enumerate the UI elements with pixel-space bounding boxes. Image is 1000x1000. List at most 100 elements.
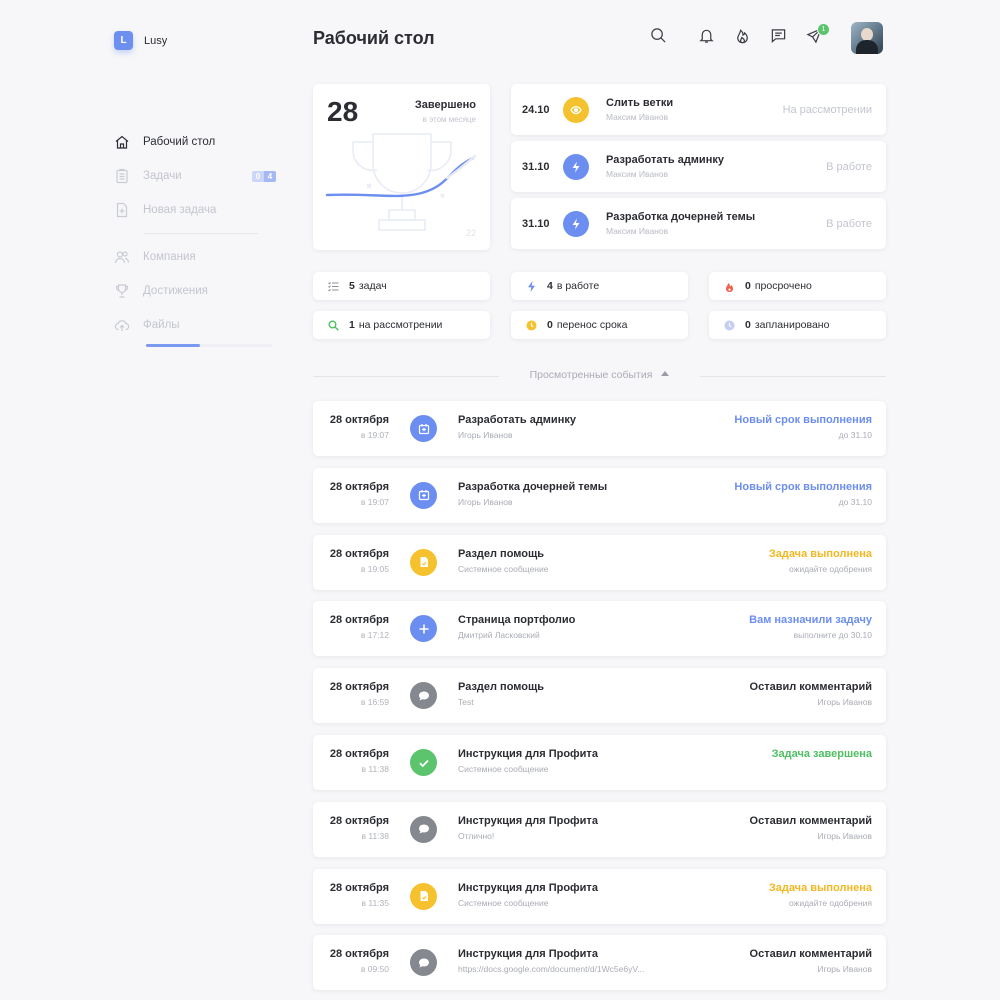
event-note: выполните до 30.10 (793, 630, 872, 641)
sidebar-item-company[interactable]: Компания (114, 240, 276, 274)
search-icon (650, 27, 667, 49)
event-title: Инструкция для Профита (458, 748, 598, 760)
events-section-header[interactable]: Просмотренные события (313, 367, 886, 385)
search-icon (328, 320, 339, 331)
task-date: 31.10 (522, 217, 550, 230)
badge-value: 4 (264, 170, 276, 182)
event-row[interactable]: 28 октября в 19:07 Разработка дочерней тем… (313, 467, 886, 523)
stat-deadline-moved[interactable]: 0 перенос срока (511, 311, 688, 339)
avatar[interactable] (851, 22, 883, 54)
stat-label: задач (358, 280, 387, 292)
event-action-block: Задача выполнена ожидайте одобрения (769, 882, 872, 908)
sidebar-item-files[interactable]: Файлы (114, 308, 276, 342)
completed-title: Завершено (414, 99, 476, 111)
sidebar-item-dashboard[interactable]: Рабочий стол (114, 125, 276, 159)
event-time: в 19:07 (360, 430, 389, 440)
lightning-icon (526, 280, 537, 292)
list-icon (328, 281, 339, 292)
task-author: Максим Иванов (606, 112, 669, 122)
clock-icon (724, 320, 735, 331)
brand-logo: L (114, 31, 133, 50)
messages-button[interactable] (760, 22, 796, 54)
task-date: 24.10 (522, 103, 550, 116)
event-action-block: Новый срок выполнения до 31.10 (734, 414, 872, 440)
stat-value: 0 (745, 319, 751, 331)
event-subtitle: Системное сообщение (458, 764, 549, 774)
brand[interactable]: L Lusy (114, 31, 167, 50)
event-row[interactable]: 28 октября в 11:35 Инструкция для Профита С… (313, 868, 886, 924)
sidebar-item-new-task[interactable]: Новая задача (114, 193, 276, 227)
upcoming-task-card[interactable]: 31.10 Разработка дочерней темы Максим Ив… (511, 198, 886, 249)
event-row[interactable]: 28 октября в 16:59 Раздел помощь Test Остави… (313, 668, 886, 724)
stat-under-review[interactable]: 1 на рассмотрении (313, 311, 490, 339)
stat-total-tasks[interactable]: 5 задач (313, 272, 490, 300)
event-action-block: Оставил комментарий Игорь Иванов (750, 948, 872, 974)
header-toolbar: 1 (640, 22, 832, 54)
stat-overdue[interactable]: 0 просрочено (709, 272, 886, 300)
tasks-count-badge: 0 4 (252, 170, 276, 182)
sidebar-item-label: Рабочий стол (143, 136, 216, 148)
event-subtitle: Системное сообщение (458, 897, 549, 908)
event-title: Раздел помощь (458, 681, 545, 694)
clipboard-list-icon (114, 168, 130, 184)
event-date: 28 октября (329, 681, 389, 694)
event-row[interactable]: 28 октября в 17:12 Страница портфолио Дмитр… (313, 601, 886, 657)
event-info: Разработка дочерней темы Игорь Иванов (458, 481, 607, 507)
event-row[interactable]: 28 октября в 19:05 Раздел помощь Системное … (313, 534, 886, 590)
event-row[interactable]: 28 октября в 11:38 Инструкция для Профита С… (313, 735, 886, 790)
event-info: Разработать админку Игорь Иванов (458, 414, 576, 440)
event-info: Инструкция для Профита Отлично! (458, 815, 598, 841)
stat-label: перенос срока (556, 319, 628, 331)
event-time: в 17:12 (360, 630, 389, 641)
completed-summary-card[interactable]: 28 Завершено в этом месяце 22 (313, 84, 490, 250)
event-time: в 19:07 (360, 496, 389, 507)
task-title: Слить ветки (606, 97, 674, 109)
upcoming-task-card[interactable]: 31.10 Разработать админку Максим Иванов … (511, 141, 886, 192)
trend-line (325, 156, 475, 198)
events-heading-label: Просмотренные события (529, 369, 653, 381)
event-note: ожидайте одобрения (789, 897, 872, 908)
bell-icon (698, 27, 715, 49)
send-count-badge: 1 (817, 23, 830, 36)
stat-value: 4 (547, 280, 553, 292)
upcoming-task-card[interactable]: 24.10 Слить ветки Максим Иванов На рассм… (511, 84, 886, 135)
task-status: В работе (826, 217, 872, 230)
caret-up-icon[interactable] (661, 371, 670, 376)
task-status: На рассмотрении (782, 103, 872, 116)
stat-in-progress[interactable]: 4в работе (511, 272, 688, 300)
notifications-button[interactable] (688, 22, 724, 54)
event-info: Страница портфолио Дмитрий Ласковский (458, 614, 575, 640)
task-author: Максим Иванов (606, 226, 669, 236)
event-title: Инструкция для Профита (458, 881, 598, 894)
event-info: Инструкция для Профита Системное сообщени… (458, 748, 598, 774)
stat-scheduled[interactable]: 0 запланировано (709, 311, 886, 339)
send-button[interactable]: 1 (796, 22, 832, 54)
sidebar-item-tasks[interactable]: Задачи 0 4 (114, 159, 276, 193)
files-storage-progress (146, 344, 272, 347)
stat-label: запланировано (754, 319, 830, 331)
stat-value: 5 (349, 280, 355, 292)
sidebar-item-achievements[interactable]: Достижения (114, 274, 276, 308)
event-action-block: Оставил комментарий Игорь Иванов (750, 681, 872, 707)
event-row[interactable]: 28 октября в 19:07 Разработать админку Игор… (313, 401, 886, 456)
task-title: Разработка дочерней темы (606, 211, 756, 223)
trophy-illustration (325, 133, 477, 231)
event-time: в 16:59 (360, 697, 389, 708)
event-row[interactable]: 28 октября в 09:50 Инструкция для Профита h… (313, 935, 886, 991)
hot-tasks-button[interactable] (724, 22, 760, 54)
event-subtitle: Test (458, 697, 474, 708)
event-date-block: 28 октября в 19:05 (330, 548, 389, 574)
sidebar-nav: Рабочий стол Задачи 0 4 Новая задача Ком… (114, 125, 276, 347)
search-button[interactable] (640, 22, 676, 54)
event-note: ожидайте одобрения (789, 563, 872, 574)
event-action: Вам назначили задачу (749, 614, 872, 627)
event-row[interactable]: 28 октября в 11:38 Инструкция для Профита О… (313, 801, 886, 857)
event-note: до 31.10 (838, 430, 872, 440)
event-action-block: Задача выполнена ожидайте одобрения (769, 548, 872, 574)
eye-icon (563, 96, 589, 123)
event-title: Раздел помощь (458, 547, 545, 560)
sidebar-divider (144, 233, 258, 234)
event-date: 28 октября (329, 881, 389, 894)
event-action-block: Новый срок выполнения до 31.10 (734, 481, 872, 507)
task-date: 31.10 (522, 160, 550, 173)
